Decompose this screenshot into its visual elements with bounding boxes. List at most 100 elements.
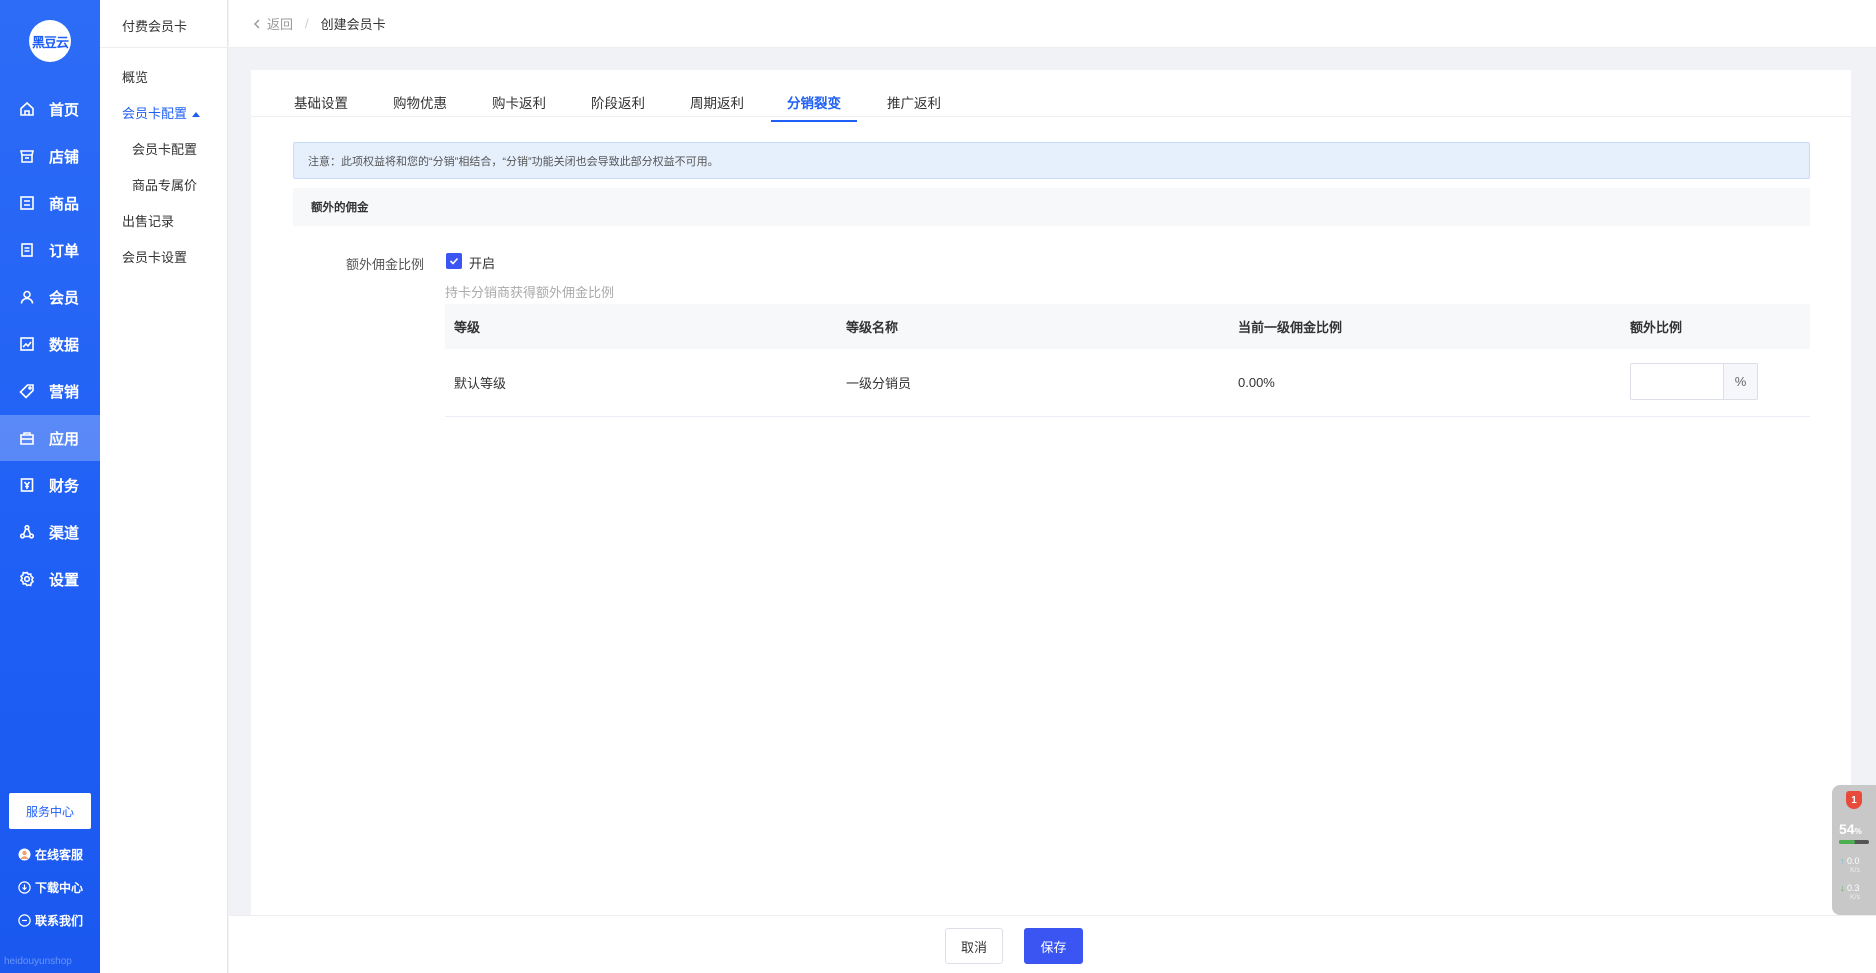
watermark: heidouyunshop: [4, 956, 72, 967]
download-icon: [18, 881, 31, 894]
nav-item-goods[interactable]: 商品: [0, 180, 100, 226]
percent-suffix: %: [1723, 364, 1757, 399]
memory-percent: 54%: [1839, 821, 1862, 837]
table-header: 等级 等级名称 当前一级佣金比例 额外比例: [445, 304, 1810, 349]
nav-label: 营销: [49, 383, 80, 401]
footer-bar: 取消 保存: [229, 915, 1876, 973]
save-button[interactable]: 保存: [1024, 928, 1083, 964]
upload-speed: ↑ 0.0 K/s: [1840, 856, 1861, 874]
nav-label: 设置: [49, 571, 80, 589]
nav-item-home[interactable]: 首页: [0, 86, 100, 132]
finance-icon: [18, 476, 36, 494]
sub-item-exclusive-price[interactable]: 商品专属价: [132, 175, 197, 194]
chart-icon: [18, 335, 36, 353]
brand-logo[interactable]: 黑豆云: [29, 20, 71, 62]
service-center-button[interactable]: 服务中心: [9, 793, 91, 829]
app-icon: [18, 429, 36, 447]
link-label: 在线客服: [35, 848, 84, 862]
online-support-link[interactable]: 在线客服: [18, 846, 83, 863]
channel-icon: [18, 523, 36, 541]
cell-level-name: 一级分销员: [846, 376, 912, 391]
tab-basic[interactable]: 基础设置: [294, 92, 348, 120]
sub-item-label: 会员卡配置: [122, 106, 188, 121]
header-level-name: 等级名称: [846, 320, 899, 335]
page-title: 创建会员卡: [320, 17, 386, 32]
link-label: 联系我们: [35, 914, 84, 928]
tab-shopping[interactable]: 购物优惠: [393, 92, 447, 120]
check-icon: [449, 257, 459, 265]
nav-item-finance[interactable]: 财务: [0, 462, 100, 508]
memory-bar: [1839, 840, 1869, 844]
nav-label: 财务: [49, 477, 80, 495]
extra-ratio-input[interactable]: [1631, 364, 1723, 399]
cell-current-ratio: 0.00%: [1238, 375, 1275, 390]
tab-promotion-rebate[interactable]: 推广返利: [887, 92, 941, 120]
nav-label: 渠道: [49, 524, 80, 542]
tag-icon: [18, 382, 36, 400]
table-row: 默认等级 一级分销员 0.00% %: [445, 349, 1810, 417]
nav-label: 会员: [49, 289, 80, 307]
caret-up-icon: [192, 112, 201, 118]
section-title: 额外的佣金: [293, 188, 1810, 226]
order-icon: [18, 241, 36, 259]
breadcrumb: 返回 / 创建会员卡: [229, 0, 1876, 48]
tab-stage-rebate[interactable]: 阶段返利: [591, 92, 645, 120]
sub-item-card-settings[interactable]: 会员卡设置: [122, 247, 187, 266]
home-icon: [18, 100, 36, 118]
breadcrumb-separator: /: [305, 16, 309, 31]
nav-item-apps[interactable]: 应用: [0, 415, 100, 461]
header-current-ratio: 当前一级佣金比例: [1238, 320, 1343, 335]
header-level: 等级: [454, 320, 481, 335]
tab-cycle-rebate[interactable]: 周期返利: [690, 92, 744, 120]
nav-label: 商品: [49, 195, 80, 213]
main-sidebar: 黑豆云 首页 店铺 商品 订单 会员 数据 营销 应用 财务 渠道 设置 服务中…: [0, 0, 100, 973]
enable-checkbox-label[interactable]: 开启: [469, 253, 495, 272]
chevron-left-icon: [253, 18, 260, 29]
user-icon: [18, 288, 36, 306]
extra-ratio-field: %: [1630, 363, 1758, 400]
nav-label: 店铺: [49, 148, 80, 166]
message-icon: [18, 914, 31, 927]
nav-label: 应用: [49, 430, 80, 448]
sub-item-sales-records[interactable]: 出售记录: [122, 211, 174, 230]
link-label: 下载中心: [35, 881, 84, 895]
nav-item-channel[interactable]: 渠道: [0, 509, 100, 555]
notice-banner: 注意：此项权益将和您的“分销”相结合，“分销”功能关闭也会导致此部分权益不可用。: [293, 142, 1810, 179]
goods-icon: [18, 194, 36, 212]
nav-item-settings[interactable]: 设置: [0, 556, 100, 602]
download-speed: ↓ 0.3 K/s: [1840, 883, 1861, 901]
avatar-icon: [18, 848, 31, 861]
nav-item-store[interactable]: 店铺: [0, 133, 100, 179]
divider: [100, 47, 228, 48]
cell-level: 默认等级: [454, 376, 507, 391]
store-icon: [18, 147, 36, 165]
tab-purchase-rebate[interactable]: 购卡返利: [492, 92, 546, 120]
nav-item-member[interactable]: 会员: [0, 274, 100, 320]
nav-item-data[interactable]: 数据: [0, 321, 100, 367]
gear-icon: [18, 570, 36, 588]
main-card: 基础设置 购物优惠 购卡返利 阶段返利 周期返利 分销裂变 推广返利 注意：此项…: [251, 70, 1851, 920]
tab-distribution[interactable]: 分销裂变: [771, 92, 857, 122]
nav-label: 订单: [49, 242, 80, 260]
sub-item-overview[interactable]: 概览: [122, 67, 148, 86]
sub-item-card-config-group[interactable]: 会员卡配置: [122, 103, 201, 122]
header-extra-ratio: 额外比例: [1630, 320, 1683, 335]
download-center-link[interactable]: 下载中心: [18, 879, 83, 896]
contact-us-link[interactable]: 联系我们: [18, 912, 83, 929]
enable-checkbox[interactable]: [446, 253, 462, 269]
field-hint: 持卡分销商获得额外佣金比例: [445, 285, 615, 300]
cancel-button[interactable]: 取消: [945, 928, 1003, 964]
nav-item-marketing[interactable]: 营销: [0, 368, 100, 414]
back-link[interactable]: 返回: [251, 14, 293, 33]
back-label: 返回: [267, 17, 294, 32]
nav-item-order[interactable]: 订单: [0, 227, 100, 273]
shield-icon: 1: [1846, 791, 1862, 809]
sub-item-card-config[interactable]: 会员卡配置: [132, 139, 197, 158]
sub-sidebar: 付费会员卡 概览 会员卡配置 会员卡配置 商品专属价 出售记录 会员卡设置: [100, 0, 228, 973]
nav-label: 数据: [49, 336, 80, 354]
commission-table: 等级 等级名称 当前一级佣金比例 额外比例 默认等级 一级分销员 0.00% %: [445, 304, 1810, 417]
system-monitor-widget[interactable]: 1 54% ↑ 0.0 K/s ↓ 0.3 K/s: [1832, 785, 1876, 915]
extra-commission-label: 额外佣金比例: [346, 257, 425, 272]
sub-sidebar-title: 付费会员卡: [122, 19, 188, 34]
nav-label: 首页: [49, 101, 80, 119]
